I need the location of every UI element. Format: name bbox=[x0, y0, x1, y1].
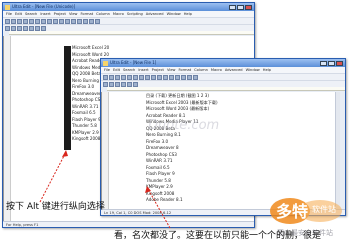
arrowhead-result bbox=[145, 186, 151, 193]
site-logo: 多特 软件站 bbox=[268, 193, 348, 227]
arrowhead-selection bbox=[62, 150, 68, 157]
caption-alt-select: 按下 Alt 键进行纵向选择 bbox=[6, 202, 105, 212]
arrow-to-selection bbox=[39, 151, 67, 203]
arrow-to-result bbox=[147, 188, 171, 229]
caption-result: 看，名次都没了。这要在以前只能一个个的删，很是 bbox=[114, 231, 322, 241]
logo-subtext: 软件站 bbox=[312, 205, 336, 214]
logo-text: 多特 bbox=[276, 202, 309, 221]
